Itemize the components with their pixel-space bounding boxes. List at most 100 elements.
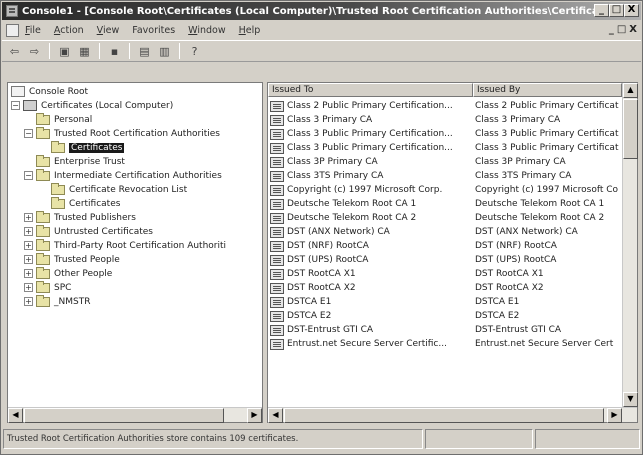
certificate-icon [270,240,284,252]
list-item[interactable]: Deutsche Telekom Root CA 1 Deutsche Telek… [268,197,621,211]
menu-view[interactable]: View [97,25,120,36]
tree-item-intermediate-certificates[interactable]: Certificates [51,196,120,210]
list-vertical-scrollbar[interactable]: ▲ ▼ [622,83,638,407]
tree-item-trusted-root[interactable]: − Trusted Root Certification Authorities [24,126,220,140]
menu-window[interactable]: Window [188,25,225,36]
list-item[interactable]: DSTCA E1 DSTCA E1 [268,295,621,309]
collapse-icon[interactable]: − [11,101,20,110]
certificate-icon [270,268,284,280]
certificate-icon [270,156,284,168]
menu-file[interactable]: File [25,25,41,36]
up-folder-icon[interactable]: ▣ [56,43,73,60]
details-pane[interactable]: Issued To Issued By Class 2 Public Prima… [267,82,638,423]
maximize-button[interactable]: □ [609,4,624,17]
scroll-thumb[interactable] [623,99,638,159]
certificate-icon [270,338,284,350]
list-item[interactable]: Class 3TS Primary CA Class 3TS Primary CA [268,169,621,183]
help-icon[interactable]: ? [186,43,203,60]
list-item[interactable]: Class 2 Public Primary Certification... C… [268,99,621,113]
menu-help[interactable]: Help [239,25,261,36]
child-window-controls: _ □ X [609,24,637,35]
console-menu-icon[interactable] [6,23,19,37]
folder-icon [36,294,50,307]
tree-item-enterprise-trust[interactable]: Enterprise Trust [36,154,125,168]
list-horizontal-scrollbar[interactable]: ◀ ▶ [268,407,637,423]
scroll-down-icon[interactable]: ▼ [623,392,638,407]
child-minimize-button[interactable]: _ [609,24,614,35]
toolbar: ⇦ ⇨ ▣ ▦ ▪ ▤ ▥ ? [2,40,641,62]
menu-favorites[interactable]: Favorites [132,25,175,36]
scroll-left-icon[interactable]: ◀ [8,408,23,423]
list-item[interactable]: DST-Entrust GTI CA DST-Entrust GTI CA [268,323,621,337]
list-item[interactable]: Class 3 Public Primary Certification... C… [268,141,621,155]
child-restore-button[interactable]: □ [617,24,626,35]
export-list-icon[interactable]: ▥ [156,43,173,60]
properties-icon[interactable]: ▤ [136,43,153,60]
scroll-left-icon[interactable]: ◀ [268,408,283,423]
minimize-button[interactable]: _ [594,4,609,17]
list-item[interactable]: Class 3 Primary CA Class 3 Primary CA [268,113,621,127]
list-item[interactable]: DST (NRF) RootCA DST (NRF) RootCA [268,239,621,253]
list-item[interactable]: Deutsche Telekom Root CA 2 Deutsche Telek… [268,211,621,225]
list-item[interactable]: Entrust.net Secure Server Certific... Ent… [268,337,621,351]
tree-item-nmstr[interactable]: + _NMSTR [24,294,90,308]
expand-icon[interactable]: + [24,241,33,250]
tree-item-certificates-local-computer[interactable]: − Certificates (Local Computer) [11,99,173,112]
tree-item-untrusted-certificates[interactable]: + Untrusted Certificates [24,224,153,238]
tree-item-other-people[interactable]: + Other People [24,266,112,280]
collapse-icon[interactable]: − [24,129,33,138]
scroll-thumb[interactable] [24,408,224,423]
tree-item-trusted-people[interactable]: + Trusted People [24,252,120,266]
list-item[interactable]: Class 3 Public Primary Certification... C… [268,127,621,141]
collapse-icon[interactable]: − [24,171,33,180]
tree-item-personal[interactable]: Personal [36,112,92,126]
column-issued-by[interactable]: Issued By [473,83,622,97]
column-issued-to[interactable]: Issued To [268,83,473,97]
tree-horizontal-scrollbar[interactable]: ◀ ▶ [8,407,262,423]
folder-icon [36,224,50,237]
expand-icon[interactable]: + [24,255,33,264]
tree-item-trusted-publishers[interactable]: + Trusted Publishers [24,210,136,224]
delete-icon[interactable]: ▪ [106,43,123,60]
list-item[interactable]: DST (UPS) RootCA DST (UPS) RootCA [268,253,621,267]
scroll-up-icon[interactable]: ▲ [623,83,638,98]
tree-item-crl[interactable]: Certificate Revocation List [51,182,187,196]
scroll-right-icon[interactable]: ▶ [607,408,622,423]
list-item[interactable]: DST RootCA X1 DST RootCA X1 [268,267,621,281]
menu-bar: File Action View Favorites Window Help _… [2,21,641,39]
tree-item-spc[interactable]: + SPC [24,280,71,294]
expand-icon[interactable]: + [24,227,33,236]
list-item[interactable]: DSTCA E2 DSTCA E2 [268,309,621,323]
expand-icon[interactable]: + [24,269,33,278]
menu-action[interactable]: Action [54,25,84,36]
scroll-right-icon[interactable]: ▶ [247,408,262,423]
console-app-icon[interactable] [6,5,18,17]
title-bar[interactable]: Console1 - [Console Root\Certificates (L… [2,2,641,20]
certificate-icon [270,170,284,182]
certificate-icon [270,324,284,336]
expand-icon[interactable]: + [24,297,33,306]
folder-icon [36,168,50,181]
certificate-icon [270,254,284,266]
tree-item-trusted-root-certificates[interactable]: Certificates [51,140,125,154]
close-button[interactable]: X [624,4,639,17]
expand-icon[interactable]: + [24,283,33,292]
tree-item-third-party-root[interactable]: + Third-Party Root Certification Authori… [24,238,226,252]
show-hide-tree-icon[interactable]: ▦ [76,43,93,60]
list-item[interactable]: DST RootCA X2 DST RootCA X2 [268,281,621,295]
certificate-icon [270,296,284,308]
expand-icon[interactable]: + [24,213,33,222]
list-item[interactable]: Class 3P Primary CA Class 3P Primary CA [268,155,621,169]
list-item[interactable]: DST (ANX Network) CA DST (ANX Network) CA [268,225,621,239]
mmc-window: Console1 - [Console Root\Certificates (L… [0,0,643,455]
list-item[interactable]: Copyright (c) 1997 Microsoft Corp. Copyri… [268,183,621,197]
back-icon[interactable]: ⇦ [6,43,23,60]
scroll-thumb[interactable] [284,408,604,423]
console-tree-pane[interactable]: Console Root − Certificates (Local Compu… [7,82,263,423]
child-close-button[interactable]: X [629,24,637,35]
folder-icon [36,280,50,293]
forward-icon[interactable]: ⇨ [26,43,43,60]
selected-tree-label: Certificates [69,142,125,153]
tree-item-intermediate-ca[interactable]: − Intermediate Certification Authorities [24,168,222,182]
tree-item-console-root[interactable]: Console Root [11,85,88,98]
